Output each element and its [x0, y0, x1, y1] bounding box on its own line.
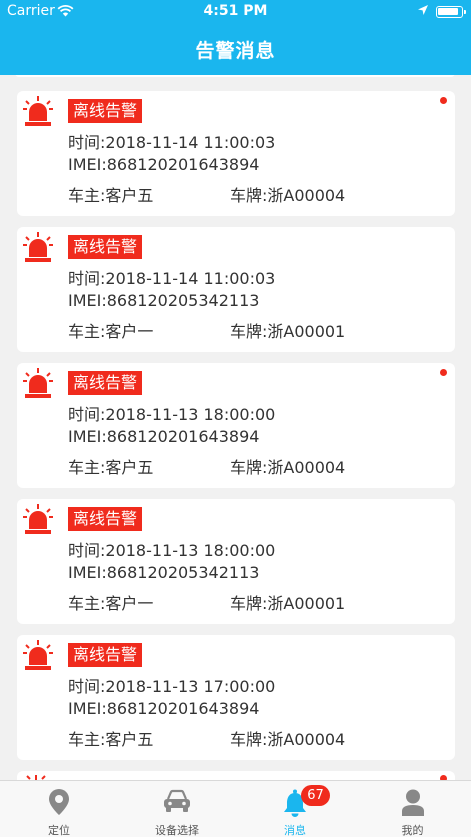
alarm-time: 时间:2018-11-14 11:00:03 [68, 269, 276, 288]
siren-icon [23, 368, 53, 398]
unread-dot [440, 369, 447, 376]
alarm-type-badge: 离线告警 [68, 235, 143, 259]
tab-label: 我的 [401, 824, 424, 837]
alarm-owner: 车主:客户五 [68, 730, 154, 749]
alarm-card[interactable]: 离线告警 时间:2018-11-13 18:00:00 IMEI:8681202… [17, 363, 455, 488]
tab-label: 定位 [48, 824, 70, 837]
alarm-time: 时间:2018-11-13 18:00:00 [68, 405, 276, 424]
alarm-time: 时间:2018-11-13 17:00:00 [68, 677, 276, 696]
alarm-imei: IMEI:868120205342113 [68, 563, 260, 582]
alarm-time: 时间:2018-11-13 18:00:00 [68, 541, 276, 560]
alarm-owner: 车主:客户一 [68, 322, 154, 341]
alarm-plate: 车牌:浙A00001 [230, 594, 346, 613]
location-arrow-icon [418, 5, 428, 15]
alarm-card[interactable]: 离线告警 时间:2018-11-13 18:00:00 IMEI:8681202… [17, 499, 455, 624]
alarm-type-badge: 离线告警 [68, 99, 143, 123]
tab-messages[interactable]: 消息 [236, 781, 354, 837]
tab-bar: 定位 设备选择 消息 67 我的 [0, 780, 471, 837]
siren-icon [23, 640, 53, 670]
car-icon [164, 789, 190, 812]
tab-location[interactable]: 定位 [0, 781, 118, 837]
alarm-imei: IMEI:868120201643894 [68, 427, 260, 446]
alarm-time: 时间:2018-11-14 11:00:03 [68, 133, 276, 152]
tab-label: 设备选择 [155, 824, 199, 837]
alarm-plate: 车牌:浙A00004 [230, 186, 346, 205]
list-item-partial [15, 75, 455, 77]
alarm-owner: 车主:客户五 [68, 458, 154, 477]
alarm-card[interactable]: 离线告警 时间:2018-11-13 17:00:00 IMEI:8681202… [17, 635, 455, 760]
alarm-list[interactable]: 离线告警 时间:2018-11-14 11:00:03 IMEI:8681202… [0, 75, 471, 780]
tab-mine[interactable]: 我的 [354, 781, 471, 837]
unread-dot [440, 97, 447, 104]
alarm-type-badge: 离线告警 [68, 643, 143, 667]
alarm-plate: 车牌:浙A00004 [230, 730, 346, 749]
battery-icon [436, 6, 466, 18]
alarm-plate: 车牌:浙A00004 [230, 458, 346, 477]
app-header: Carrier 4:51 PM 告警消息 [0, 0, 471, 75]
location-pin-icon [49, 789, 69, 815]
siren-icon [23, 232, 53, 262]
tab-device-select[interactable]: 设备选择 [118, 781, 236, 837]
siren-icon [23, 504, 53, 534]
unread-count-badge: 67 [301, 785, 330, 806]
alarm-owner: 车主:客户五 [68, 186, 154, 205]
alarm-card[interactable]: 离线告警 时间:2018-11-14 11:00:03 IMEI:8681202… [17, 227, 455, 352]
clock: 4:51 PM [203, 3, 268, 19]
alarm-imei: IMEI:868120201643894 [68, 155, 260, 174]
alarm-imei: IMEI:868120205342113 [68, 291, 260, 310]
alarm-type-badge: 离线告警 [68, 507, 143, 531]
alarm-owner: 车主:客户一 [68, 594, 154, 613]
alarm-imei: IMEI:868120201643894 [68, 699, 260, 718]
person-icon [401, 789, 424, 816]
alarm-plate: 车牌:浙A00001 [230, 322, 346, 341]
siren-icon [23, 96, 53, 126]
alarm-card[interactable]: 离线告警 时间:2018-11-14 11:00:03 IMEI:8681202… [17, 91, 455, 216]
status-bar: Carrier 4:51 PM [0, 0, 471, 24]
list-item-partial [17, 771, 455, 780]
tab-label: 消息 [284, 824, 306, 837]
page-title: 告警消息 [195, 40, 276, 62]
alarm-type-badge: 离线告警 [68, 371, 143, 395]
